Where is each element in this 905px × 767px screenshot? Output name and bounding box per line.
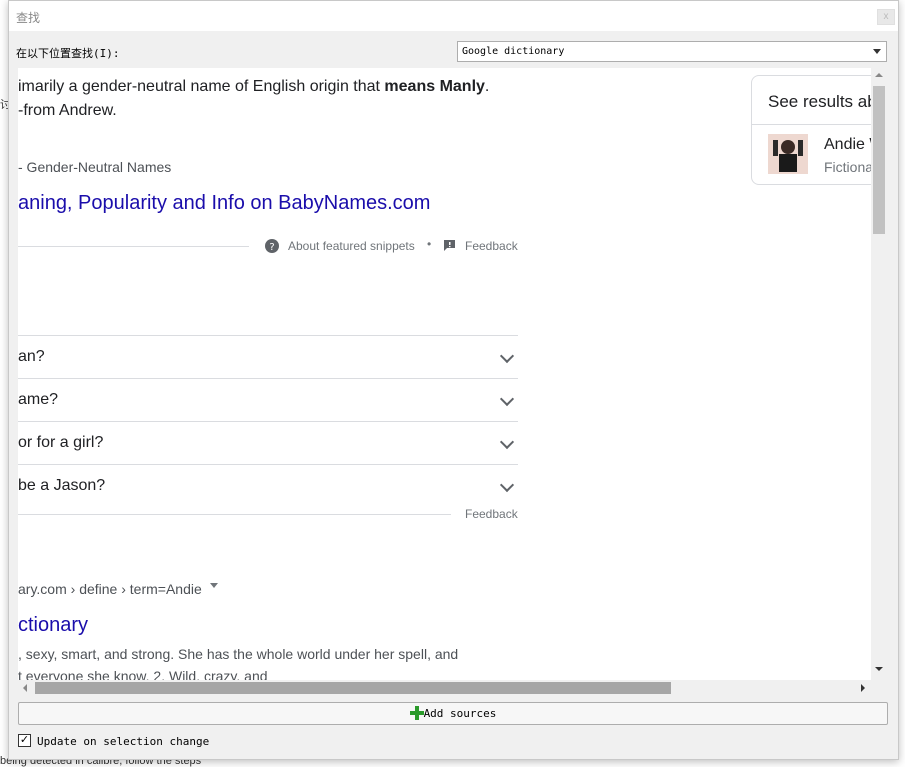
web-view[interactable]: imarily a gender-neutral name of English… <box>18 68 871 680</box>
result-link[interactable]: aning, Popularity and Info on BabyNames.… <box>18 192 430 215</box>
vertical-scrollbar[interactable] <box>871 68 887 680</box>
scroll-down-icon[interactable] <box>875 667 883 671</box>
bullet-separator: • <box>427 237 432 251</box>
update-checkbox[interactable]: ✓ <box>18 734 31 747</box>
add-sources-label: Add sources <box>423 707 497 720</box>
chevron-down-icon[interactable] <box>499 391 515 407</box>
divider <box>18 335 518 336</box>
knowledge-panel: See results ab Andie W Fictional <box>751 75 871 185</box>
add-sources-button[interactable]: Add sources <box>18 702 888 725</box>
scroll-right-icon[interactable] <box>861 684 865 692</box>
kp-name[interactable]: Andie W <box>824 136 871 154</box>
question-4[interactable]: be a Jason? <box>18 477 105 495</box>
title-bar: 查找 x <box>9 1 898 31</box>
add-icon <box>409 706 424 720</box>
snippet-bold: means Manly <box>384 78 485 95</box>
question-3[interactable]: or for a girl? <box>18 434 103 452</box>
about-snippets-link[interactable]: About featured snippets <box>288 239 415 253</box>
feedback-link[interactable]: Feedback <box>465 239 518 253</box>
divider <box>18 421 518 422</box>
chevron-down-icon[interactable] <box>499 477 515 493</box>
divider <box>18 378 518 379</box>
look-in-label: 在以下位置查找(I): <box>16 47 120 60</box>
divider <box>752 124 871 125</box>
update-checkbox-label: Update on selection change <box>37 735 210 748</box>
question-2[interactable]: ame? <box>18 391 58 409</box>
snippet-line-2: -from Andrew. <box>18 102 117 119</box>
url-breadcrumb: ary.com › define › term=Andie <box>18 581 202 597</box>
source-selected-value: Google dictionary <box>462 46 565 57</box>
kp-title: See results ab <box>768 92 871 111</box>
feedback-link-2[interactable]: Feedback <box>465 507 518 521</box>
kp-subtitle: Fictional <box>824 159 871 175</box>
character-thumbnail[interactable] <box>768 134 808 174</box>
feedback-icon <box>444 240 455 251</box>
horizontal-scroll-thumb[interactable] <box>35 682 671 694</box>
snippet-text: imarily a gender-neutral name of English… <box>18 78 385 95</box>
result2-snippet-1: , sexy, smart, and strong. She has the w… <box>18 646 459 662</box>
question-1[interactable]: an? <box>18 348 45 366</box>
divider <box>18 514 451 515</box>
svg-text:?: ? <box>269 242 274 253</box>
help-icon: ? <box>265 239 279 253</box>
category-text: - Gender-Neutral Names <box>18 159 172 175</box>
divider <box>18 464 518 465</box>
result2-link[interactable]: ctionary <box>18 614 88 637</box>
chevron-down-icon <box>873 49 881 54</box>
chevron-down-icon[interactable] <box>499 434 515 450</box>
divider <box>18 246 249 247</box>
scroll-left-icon[interactable] <box>23 684 27 692</box>
result2-snippet-2: t everyone she know. 2. Wild, crazy, and <box>18 668 268 680</box>
vertical-scroll-thumb[interactable] <box>873 86 885 234</box>
dialog-title: 查找 <box>16 11 41 25</box>
source-select[interactable]: Google dictionary <box>457 41 887 62</box>
scroll-up-icon[interactable] <box>875 73 883 77</box>
snippet-end: . <box>484 78 490 95</box>
horizontal-scrollbar[interactable] <box>18 680 871 696</box>
snippet-line-1: imarily a gender-neutral name of English… <box>18 78 489 96</box>
chevron-down-icon[interactable] <box>499 348 515 364</box>
lookup-dialog: 查找 x 在以下位置查找(I): Google dictionary imari… <box>8 0 899 760</box>
close-button[interactable]: x <box>877 9 895 25</box>
caret-down-icon[interactable] <box>210 583 218 588</box>
